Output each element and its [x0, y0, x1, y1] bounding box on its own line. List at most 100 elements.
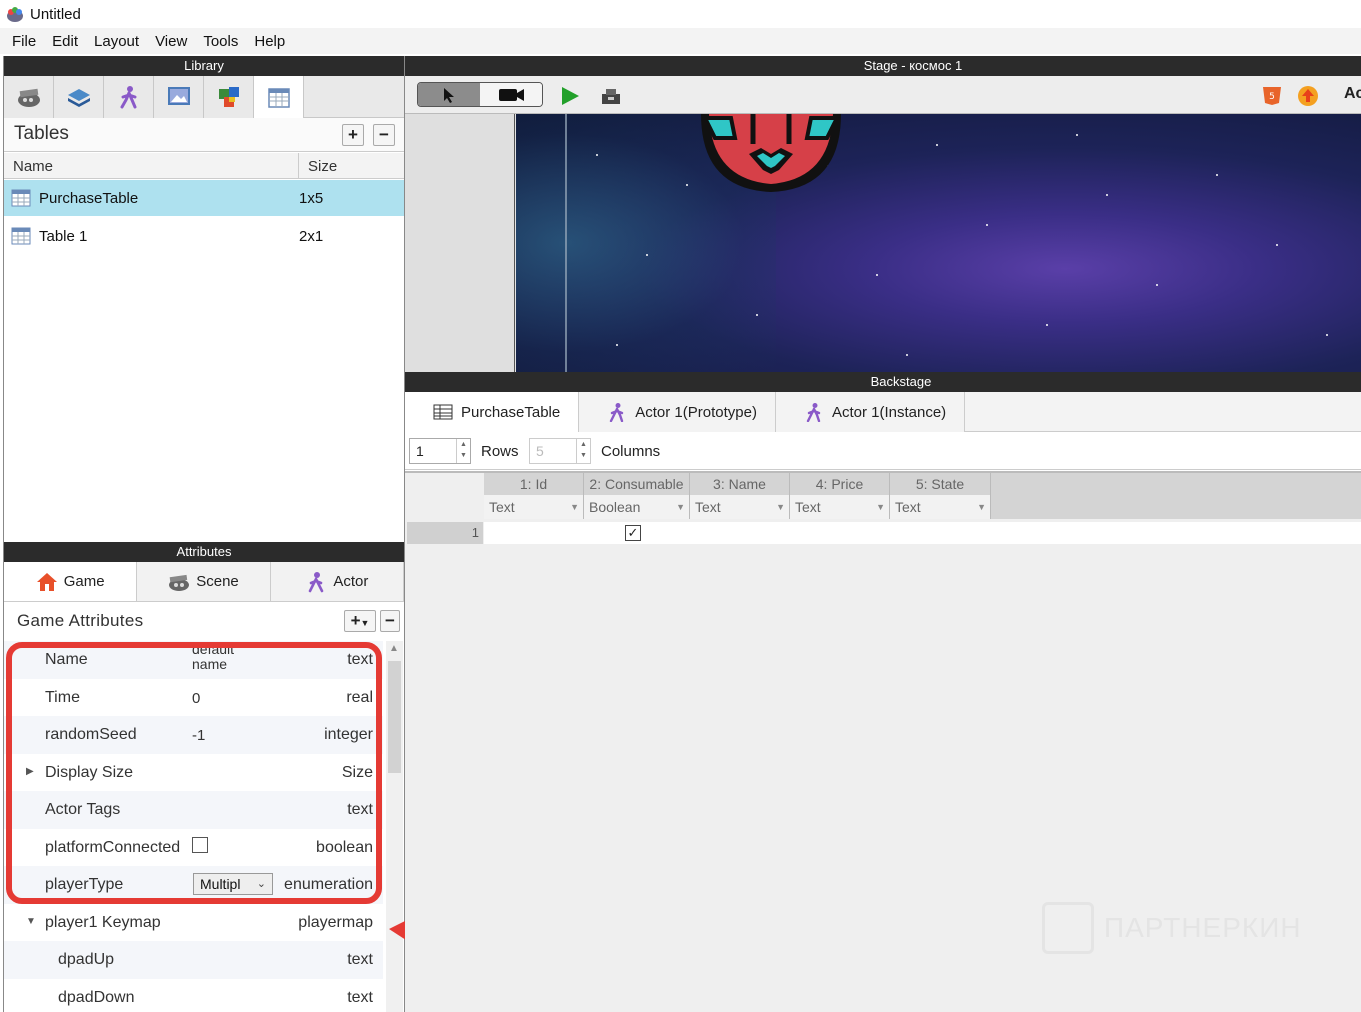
tab-scenes[interactable] — [4, 76, 54, 118]
column-type-select[interactable]: Text ▼ — [890, 495, 991, 519]
attribute-row[interactable]: Actor Tags text — [4, 791, 383, 829]
scroll-up-icon[interactable]: ▲ — [389, 643, 399, 654]
tab-purchase-table[interactable]: PurchaseTable — [405, 392, 580, 432]
watermark: ПАРТНЕРКИН — [1042, 902, 1302, 954]
tab-actor-prototype[interactable]: Actor 1(Prototype) — [579, 392, 776, 432]
menu-tools[interactable]: Tools — [195, 33, 246, 50]
grid-header-fill — [991, 473, 1361, 519]
menu-help[interactable]: Help — [246, 33, 293, 50]
add-table-button[interactable]: + — [342, 124, 364, 146]
play-icon[interactable] — [560, 86, 580, 106]
add-attribute-button[interactable]: +▼ — [344, 610, 376, 632]
preview-icon[interactable] — [599, 86, 623, 106]
column-name-header[interactable]: Name — [13, 158, 53, 175]
attribute-row[interactable]: dpadDown text — [4, 979, 383, 1012]
star — [906, 354, 908, 356]
menu-view[interactable]: View — [147, 33, 195, 50]
remove-table-button[interactable]: − — [373, 124, 395, 146]
tab-actor-instance[interactable]: Actor 1(Instance) — [775, 392, 966, 432]
scrollbar-thumb[interactable] — [388, 661, 401, 773]
row-header[interactable]: 1 — [407, 522, 483, 544]
consumable-checkbox[interactable]: ✓ — [625, 525, 641, 541]
expand-triangle-icon[interactable]: ▶ — [26, 766, 34, 777]
watermark-logo-icon — [1042, 902, 1094, 954]
toolbar-overflow-label[interactable]: Ac — [1344, 85, 1361, 103]
stage-canvas[interactable] — [405, 114, 1361, 372]
space-background-image[interactable] — [516, 114, 1361, 372]
attribute-type: playermap — [298, 913, 373, 931]
tab-tiles[interactable] — [204, 76, 254, 118]
enemy-sprite-icon[interactable] — [691, 114, 851, 199]
app-icon — [7, 7, 23, 22]
camera-mode-button[interactable] — [480, 83, 542, 106]
tab-actors[interactable] — [104, 76, 154, 118]
tab-game[interactable]: Game — [4, 562, 138, 601]
chevron-down-icon: ▼ — [360, 618, 370, 628]
column-header[interactable]: 1: Id — [484, 473, 584, 495]
columns-value[interactable]: 5 — [536, 443, 544, 459]
column-type-select[interactable]: Text ▼ — [484, 495, 584, 519]
column-type-select[interactable]: Text ▼ — [790, 495, 890, 519]
platform-connected-checkbox[interactable] — [192, 836, 208, 853]
menu-edit[interactable]: Edit — [44, 33, 86, 50]
attribute-value[interactable]: default name — [192, 642, 252, 672]
backstage-tabs: PurchaseTable Actor 1(Prototype) Actor 1… — [405, 392, 1361, 432]
columns-stepper[interactable]: 5 ▲ ▼ — [529, 438, 591, 464]
star — [646, 254, 648, 256]
attribute-type: text — [347, 951, 373, 968]
attribute-name: randomSeed — [45, 726, 137, 743]
attribute-row[interactable]: ▶ Display Size Size — [4, 754, 383, 792]
mode-switch — [417, 82, 543, 107]
column-type-select[interactable]: Text ▼ — [690, 495, 790, 519]
tab-images[interactable] — [154, 76, 204, 118]
column-divider[interactable] — [298, 153, 299, 179]
column-type-select[interactable]: Boolean ▼ — [584, 495, 690, 519]
attribute-row[interactable]: dpadUp text — [4, 941, 383, 979]
table-row[interactable]: PurchaseTable 1x5 — [4, 180, 404, 216]
tab-actor[interactable]: Actor — [270, 562, 404, 601]
column-header[interactable]: 5: State — [890, 473, 991, 495]
tab-scene[interactable]: Scene — [137, 562, 271, 601]
table-row[interactable]: ✓ — [484, 522, 1361, 544]
tab-tables[interactable] — [254, 76, 304, 119]
attribute-type: text — [347, 651, 373, 668]
rows-stepper[interactable]: 1 ▲ ▼ — [409, 438, 471, 464]
chevron-down-icon: ▼ — [876, 502, 885, 512]
attribute-row[interactable]: randomSeed -1 integer — [4, 716, 383, 754]
clapperboard-icon — [17, 88, 40, 107]
attribute-value[interactable] — [192, 836, 208, 857]
column-header[interactable]: 3: Name — [690, 473, 790, 495]
remove-attribute-button[interactable]: − — [380, 610, 400, 632]
attribute-row[interactable]: Name default name text — [4, 641, 383, 679]
attribute-value[interactable]: -1 — [192, 727, 205, 744]
player-type-select[interactable]: Multipl ⌄ — [193, 873, 273, 895]
stepper-arrows-icon[interactable]: ▲ ▼ — [456, 439, 470, 463]
menu-layout[interactable]: Layout — [86, 33, 147, 50]
menu-file[interactable]: File — [4, 33, 44, 50]
tables-section-header: Tables + − — [4, 118, 404, 152]
attribute-name: playerType — [45, 876, 124, 893]
star — [1046, 324, 1048, 326]
publish-icon[interactable] — [1297, 85, 1319, 107]
column-header[interactable]: 2: Consumable — [584, 473, 690, 495]
table-row[interactable]: Table 1 2x1 — [4, 218, 404, 254]
tab-layers[interactable] — [54, 76, 104, 118]
attribute-row[interactable]: platformConnected boolean — [4, 829, 383, 867]
chevron-down-icon: ⌄ — [256, 878, 266, 890]
attribute-name: dpadUp — [58, 951, 115, 968]
attribute-value[interactable]: 0 — [192, 690, 200, 707]
attribute-row[interactable]: Time 0 real — [4, 679, 383, 717]
rows-value[interactable]: 1 — [416, 443, 424, 459]
attributes-header: Attributes — [4, 542, 404, 562]
attributes-scrollbar[interactable]: ▲ — [386, 641, 403, 1012]
select-mode-button[interactable] — [418, 83, 480, 106]
attribute-type: text — [347, 988, 373, 1006]
column-header[interactable]: 4: Price — [790, 473, 890, 495]
stage-guide-line — [565, 114, 567, 372]
collapse-triangle-icon[interactable]: ▼ — [26, 916, 36, 927]
html5-icon[interactable]: 5 — [1261, 86, 1283, 106]
column-size-header[interactable]: Size — [308, 158, 337, 175]
stepper-arrows-icon[interactable]: ▲ ▼ — [576, 439, 590, 463]
chevron-down-icon: ▼ — [570, 502, 579, 512]
attribute-row[interactable]: ▼ player1 Keymap playermap — [4, 904, 383, 942]
